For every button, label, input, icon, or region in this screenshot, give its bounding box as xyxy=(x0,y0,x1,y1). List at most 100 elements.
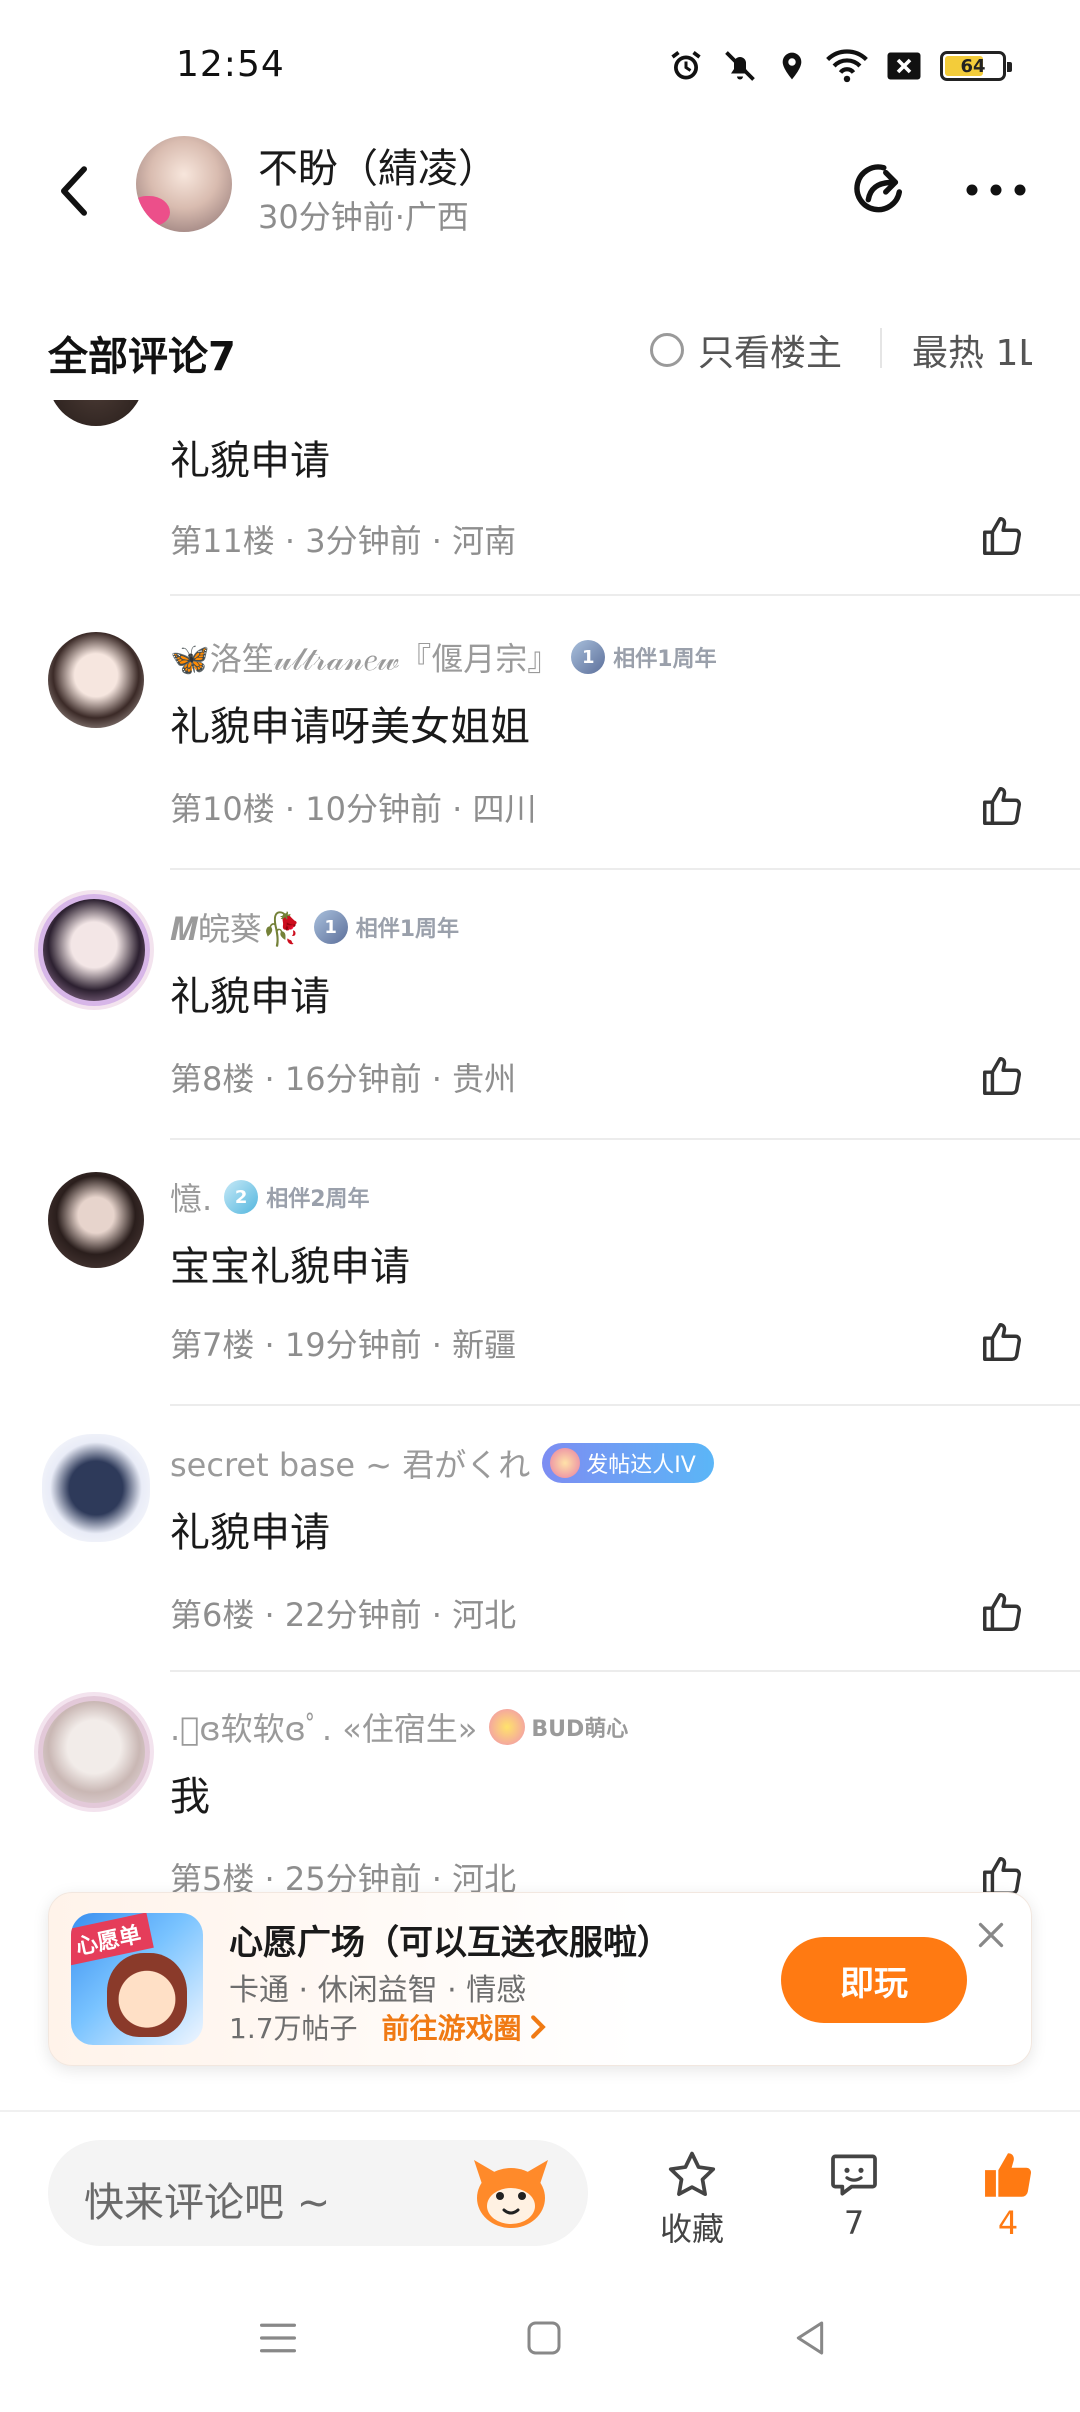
mascot-emoji-icon[interactable] xyxy=(468,2154,554,2232)
badge-icon xyxy=(489,1709,526,1745)
game-post-count: 1.7万帖子 xyxy=(229,2012,358,2045)
star-icon xyxy=(668,2151,716,2196)
game-circle-card[interactable]: 心愿单 心愿广场（可以互送衣服啦） 卡通 · 休闲益智 · 情感 1.7万帖子 … xyxy=(48,1892,1032,2066)
close-icon xyxy=(978,1922,1004,1948)
badge-label: 发帖达人IV xyxy=(586,1453,696,1478)
recents-button[interactable] xyxy=(248,2308,308,2368)
back-arrow-icon xyxy=(61,166,87,216)
back-button[interactable] xyxy=(44,156,104,226)
anniversary-badge[interactable]: 2 相伴2周年 xyxy=(224,1180,370,1214)
commenter-avatar[interactable] xyxy=(48,1172,144,1268)
comment-text: 我 xyxy=(170,1774,210,1820)
location-icon xyxy=(782,52,802,80)
commenter-name-row: 𝑴皖葵🥀 1 相伴1周年 xyxy=(170,904,459,950)
only-op-label: 只看楼主 xyxy=(698,333,843,374)
share-icon xyxy=(854,164,903,213)
comment-item: 礼貌申请 第11楼 · 3分钟前 · 河南 xyxy=(0,400,1080,600)
comment-item: 憶. 2 相伴2周年 宝宝礼貌申请 第7楼 · 19分钟前 · 新疆 xyxy=(0,1140,1080,1410)
commenter-name[interactable]: 𝑴皖葵🥀 xyxy=(170,904,302,950)
thumbs-up-icon xyxy=(983,1593,1021,1631)
comment-item: secret base ~ 君がくれ 发帖达人IV 礼貌申请 第6楼 · 22分… xyxy=(0,1406,1080,1676)
commenter-name[interactable]: 🦋洛笙𝓊𝓁𝓉𝓇𝒶𝓃𝑒𝓌『偃月宗』 xyxy=(170,634,559,680)
badge-label: 相伴1周年 xyxy=(613,647,717,672)
commenter-avatar[interactable] xyxy=(38,1696,150,1808)
divider xyxy=(880,328,882,368)
battery-icon: 64 xyxy=(940,51,1012,81)
badge-icon: 1 xyxy=(571,640,606,674)
thumbs-up-icon xyxy=(983,787,1021,825)
system-nav-bar xyxy=(0,2260,1080,2412)
like-button[interactable] xyxy=(974,1048,1030,1104)
comment-text: 礼貌申请 xyxy=(170,1510,330,1556)
comment-meta: 第7楼 · 19分钟前 · 新疆 xyxy=(170,1326,517,1364)
anniversary-badge[interactable]: 1 相伴1周年 xyxy=(571,640,717,674)
anniversary-badge[interactable]: 1 相伴1周年 xyxy=(313,910,459,944)
comment-list[interactable]: 礼貌申请 第11楼 · 3分钟前 · 河南 🦋洛笙𝓊𝓁𝓉𝓇𝒶𝓃𝑒𝓌『偃月宗』 1… xyxy=(0,400,1080,2110)
square-icon xyxy=(527,2321,561,2355)
back-nav-button[interactable] xyxy=(780,2308,840,2368)
comments-title: 全部评论7 xyxy=(48,334,236,380)
radio-icon xyxy=(650,333,684,367)
comment-meta: 第10楼 · 10分钟前 · 四川 xyxy=(170,790,537,828)
author-name[interactable]: 不盼（綪凌） xyxy=(258,136,498,194)
commenter-avatar[interactable] xyxy=(48,400,144,426)
badge-label: 相伴1周年 xyxy=(355,917,459,942)
bottom-action-bar: 快来评论吧 ~ 收藏 7 4 xyxy=(0,2110,1080,2260)
sort-selector[interactable]: 最热 1L xyxy=(912,324,1032,376)
like-button[interactable] xyxy=(974,1314,1030,1370)
game-circle-link-label: 前往游戏圈 xyxy=(381,2012,522,2045)
comment-count: 7 xyxy=(843,2204,865,2242)
commenter-avatar[interactable] xyxy=(42,1434,150,1542)
author-avatar[interactable] xyxy=(136,136,232,232)
commenter-avatar[interactable] xyxy=(48,632,144,728)
badge-icon: 2 xyxy=(224,1180,259,1214)
battery-level: 64 xyxy=(960,55,986,77)
sim-off-icon xyxy=(887,52,921,80)
commenter-name-row: .ﾟɞ软软ɞﾟ. «住宿生» BUD萌心 xyxy=(170,1704,628,1750)
commenter-name-row: secret base ~ 君がくれ 发帖达人IV xyxy=(170,1440,714,1486)
like-button[interactable] xyxy=(974,508,1030,564)
comment-text: 礼貌申请呀美女姐姐 xyxy=(170,704,530,750)
post-header: 不盼（綪凌） 30分钟前·广西 xyxy=(0,130,1080,250)
post-like-button[interactable]: 4 xyxy=(948,2146,1068,2242)
favorite-button[interactable]: 收藏 xyxy=(632,2146,752,2250)
poster-badge[interactable]: 发帖达人IV xyxy=(542,1443,714,1483)
thumbs-up-icon xyxy=(983,1323,1021,1361)
status-bar: 12:54 64 xyxy=(0,0,1080,130)
menu-icon xyxy=(260,2323,296,2353)
comment-item: 𝑴皖葵🥀 1 相伴1周年 礼貌申请 第8楼 · 16分钟前 · 贵州 xyxy=(0,870,1080,1140)
status-icons: 64 xyxy=(668,44,1012,88)
home-button[interactable] xyxy=(514,2308,574,2368)
mute-icon xyxy=(725,51,755,81)
like-button[interactable] xyxy=(974,1584,1030,1640)
bud-badge[interactable]: BUD萌心 xyxy=(489,1709,628,1745)
comments-header: 全部评论7 只看楼主 最热 1L xyxy=(0,310,1080,390)
commenter-name[interactable]: 憶. xyxy=(170,1174,212,1220)
game-icon[interactable]: 心愿单 xyxy=(71,1913,203,2045)
play-now-button[interactable]: 即玩 xyxy=(781,1937,967,2023)
comment-meta: 第11楼 · 3分钟前 · 河南 xyxy=(170,522,517,560)
share-button[interactable] xyxy=(840,152,916,228)
more-button[interactable] xyxy=(958,152,1034,228)
like-button[interactable] xyxy=(974,778,1030,834)
chevron-right-icon xyxy=(530,2015,546,2039)
game-character-image xyxy=(107,1953,187,2037)
only-op-toggle[interactable]: 只看楼主 xyxy=(650,324,842,376)
game-tags: 卡通 · 休闲益智 · 情感 xyxy=(229,1973,527,2008)
commenter-name[interactable]: .ﾟɞ软软ɞﾟ. «住宿生» xyxy=(170,1704,477,1750)
author-meta: 30分钟前·广西 xyxy=(258,198,469,236)
commenter-name[interactable]: secret base ~ 君がくれ xyxy=(170,1440,530,1486)
commenter-name-row: 憶. 2 相伴2周年 xyxy=(170,1174,370,1220)
game-circle-link[interactable]: 前往游戏圈 xyxy=(382,2007,546,2047)
thumbs-up-icon xyxy=(983,517,1021,555)
badge-label: BUD萌心 xyxy=(531,1717,629,1742)
status-time: 12:54 xyxy=(176,44,285,85)
close-button[interactable] xyxy=(969,1913,1013,1957)
like-count: 4 xyxy=(997,2204,1019,2242)
commenter-avatar[interactable] xyxy=(38,894,150,1006)
comment-count-button[interactable]: 7 xyxy=(794,2146,914,2242)
comment-input[interactable]: 快来评论吧 ~ xyxy=(48,2140,588,2246)
comment-input-placeholder: 快来评论吧 ~ xyxy=(84,2180,331,2226)
more-icon xyxy=(966,184,1026,196)
comment-text: 礼貌申请 xyxy=(170,974,330,1020)
